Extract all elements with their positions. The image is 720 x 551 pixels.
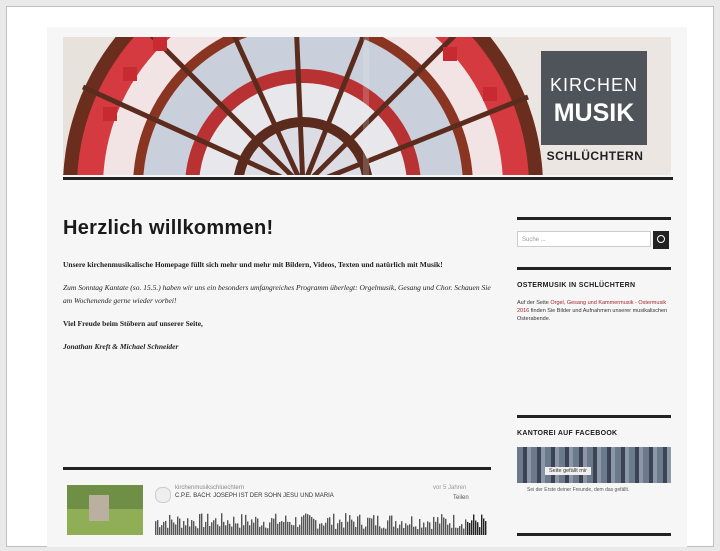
soundcloud-player[interactable]: kirchenmusikschluechtern C.P.E. BACH: JO… [63, 485, 487, 535]
search-button[interactable] [653, 231, 669, 249]
page-title: Herzlich willkommen! [63, 217, 274, 239]
logo-line1: KIRCHEN [549, 75, 638, 95]
greeting-paragraph: Viel Freude beim Stöbern auf unserer Sei… [63, 319, 203, 328]
search-icon [657, 235, 665, 243]
header-divider [63, 177, 673, 180]
player-divider [63, 467, 491, 470]
browser-frame: KIRCHEN MUSIK SCHLÜCHTERN Herzlich willk… [6, 6, 714, 547]
signature-paragraph: Jonathan Kreft & Michael Schneider [63, 342, 179, 351]
facebook-like-button[interactable]: Seite gefällt mir [545, 467, 591, 475]
track-title[interactable]: C.P.E. BACH: JOSEPH IST DER SOHN JESU UN… [175, 493, 334, 499]
track-user[interactable]: kirchenmusikschluechtern [175, 485, 244, 491]
waveform[interactable] [155, 509, 487, 535]
search-widget: Suche ... [517, 217, 671, 249]
widget-title-ostermusik: OSTERMUSIK IN SCHLÜCHTERN [517, 282, 636, 289]
track-artwork [67, 485, 143, 535]
search-input[interactable]: Suche ... [517, 231, 651, 247]
share-button[interactable]: Teilen [453, 495, 469, 501]
page: KIRCHEN MUSIK SCHLÜCHTERN Herzlich willk… [47, 27, 687, 547]
event-paragraph: Zum Sonntag Kantate (so. 15.5.) haben wi… [63, 283, 491, 305]
site-logo[interactable]: KIRCHEN MUSIK [541, 51, 647, 145]
play-button[interactable] [155, 487, 171, 503]
track-date: vor 5 Jahren [433, 485, 467, 491]
intro-paragraph: Unsere kirchenmusikalische Homepage füll… [63, 260, 443, 269]
facebook-text: Sei der Erste deiner Freunde, dem das ge… [527, 487, 630, 493]
logo-subtitle: SCHLÜCHTERN [546, 149, 644, 163]
widget-text-pre: Auf der Seite [517, 300, 549, 306]
facebook-page-box[interactable]: Seite gefällt mir [517, 447, 671, 483]
ostermusik-widget: OSTERMUSIK IN SCHLÜCHTERN Auf der Seite … [517, 267, 671, 323]
facebook-widget: KANTOREI AUF FACEBOOK Seite gefällt mir … [517, 415, 671, 494]
logo-line2: MUSIK [553, 99, 635, 127]
bottom-widget [517, 533, 671, 548]
widget-text-post: finden Sie Bilder und Aufnahmen unserer … [517, 308, 668, 322]
header-banner: KIRCHEN MUSIK SCHLÜCHTERN [63, 37, 671, 175]
main-content: Herzlich willkommen! Unsere kirchenmusik… [63, 217, 495, 363]
widget-title-facebook: KANTOREI AUF FACEBOOK [517, 430, 618, 437]
